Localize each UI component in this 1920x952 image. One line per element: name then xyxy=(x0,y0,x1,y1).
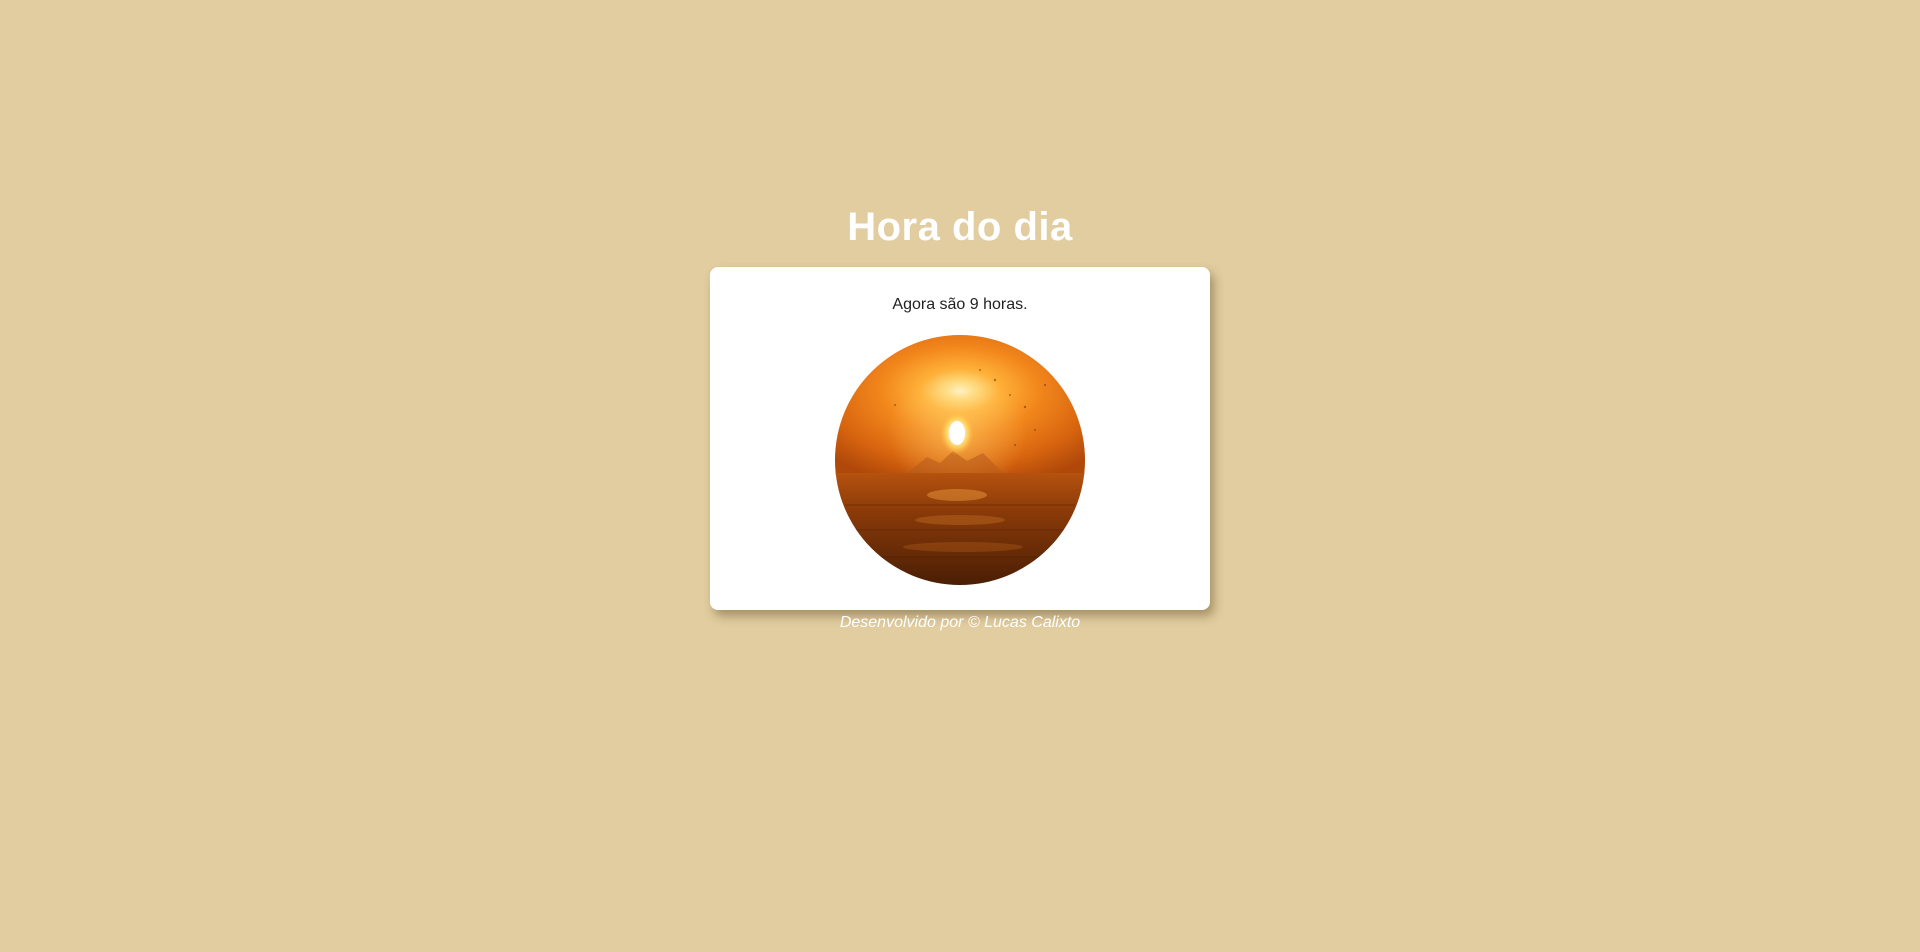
time-card: Agora são 9 horas. xyxy=(710,267,1210,610)
time-message: Agora são 9 horas. xyxy=(892,296,1028,313)
sunrise-image xyxy=(835,335,1085,585)
footer-credit: Desenvolvido por © Lucas Calixto xyxy=(839,614,1081,631)
page-title: Hora do dia xyxy=(847,205,1073,249)
sunrise-icon xyxy=(835,335,1085,585)
page: Hora do dia Agora são 9 horas. Desenvolv… xyxy=(0,0,1920,952)
